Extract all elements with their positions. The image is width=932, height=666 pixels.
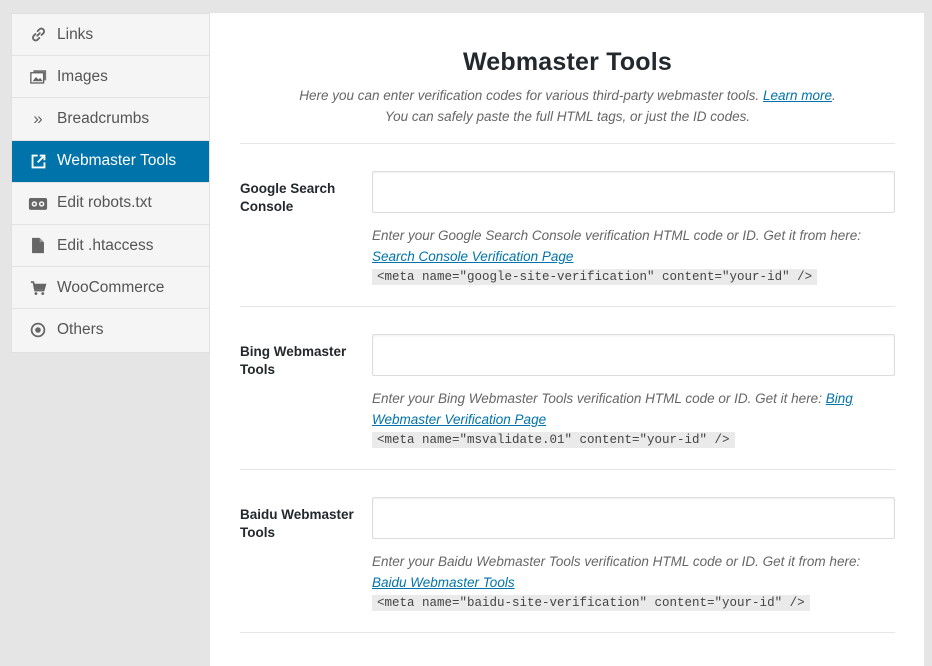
breadcrumbs-icon: »	[33, 108, 43, 128]
baidu-meta-tag-example: <meta name="baidu-site-verification" con…	[372, 595, 810, 611]
google-search-console-input[interactable]	[372, 171, 895, 213]
sidebar-item-label: Breadcrumbs	[57, 109, 150, 127]
description-text: Enter your Baidu Webmaster Tools verific…	[372, 554, 861, 569]
sidebar-item-label: WooCommerce	[57, 278, 165, 296]
description-text: Enter your Bing Webmaster Tools verifica…	[372, 391, 822, 406]
circle-dot-icon	[28, 320, 48, 340]
sidebar-item-others[interactable]: Others	[12, 309, 209, 351]
google-meta-tag-example: <meta name="google-site-verification" co…	[372, 269, 818, 285]
baidu-webmaster-tools-link[interactable]: Baidu Webmaster Tools	[372, 575, 515, 590]
baidu-webmaster-tools-input[interactable]	[372, 497, 895, 539]
sidebar-item-label: Links	[57, 25, 94, 43]
search-console-verification-link[interactable]: Search Console Verification Page	[372, 249, 573, 264]
sidebar-item-woocommerce[interactable]: WooCommerce	[12, 267, 209, 310]
file-icon	[28, 236, 48, 256]
sidebar-item-label: Others	[57, 321, 104, 339]
learn-more-link[interactable]: Learn more	[763, 88, 832, 103]
google-search-console-section: Google Search Console Enter your Google …	[240, 143, 895, 306]
settings-panel: Webmaster Tools Here you can enter verif…	[210, 13, 924, 666]
sidebar-item-webmaster-tools[interactable]: Webmaster Tools	[12, 140, 209, 183]
bing-webmaster-tools-input[interactable]	[372, 334, 895, 376]
intro-line-2: You can safely paste the full HTML tags,…	[384, 109, 751, 124]
sidebar-item-edit-robots[interactable]: Edit robots.txt	[12, 183, 209, 225]
bing-webmaster-tools-description: Enter your Bing Webmaster Tools verifica…	[372, 388, 895, 430]
bing-webmaster-tools-label: Bing Webmaster Tools	[240, 344, 347, 377]
sidebar-item-label: Edit robots.txt	[57, 194, 152, 212]
bing-meta-tag-example: <meta name="msvalidate.01" content="your…	[372, 432, 735, 448]
description-text: Enter your Google Search Console verific…	[372, 228, 861, 243]
bing-webmaster-tools-section: Bing Webmaster Tools Enter your Bing Web…	[240, 306, 895, 469]
intro-period: .	[832, 88, 836, 103]
sidebar-item-label: Images	[57, 67, 108, 85]
google-search-console-label: Google Search Console	[240, 181, 336, 214]
intro-line-1: Here you can enter verification codes fo…	[299, 88, 760, 103]
external-link-icon	[28, 151, 48, 171]
sidebar-item-links[interactable]: Links	[12, 14, 209, 57]
baidu-webmaster-tools-label: Baidu Webmaster Tools	[240, 507, 354, 540]
robot-icon	[28, 193, 48, 213]
sidebar-item-label: Webmaster Tools	[57, 152, 177, 170]
link-icon	[28, 25, 48, 45]
google-search-console-description: Enter your Google Search Console verific…	[372, 225, 895, 267]
sidebar-item-breadcrumbs[interactable]: » Breadcrumbs	[12, 98, 209, 141]
sidebar-item-edit-htaccess[interactable]: Edit .htaccess	[12, 225, 209, 268]
settings-sidebar: Links Images » Breadcrumbs Webmaster Too…	[11, 13, 210, 353]
baidu-webmaster-tools-section: Baidu Webmaster Tools Enter your Baidu W…	[240, 469, 895, 632]
page-title: Webmaster Tools	[462, 48, 673, 76]
cart-icon	[28, 278, 48, 298]
sidebar-item-images[interactable]: Images	[12, 56, 209, 99]
section-divider	[240, 632, 895, 660]
images-icon	[28, 67, 48, 87]
intro-text: Here you can enter verification codes fo…	[240, 85, 895, 127]
baidu-webmaster-tools-description: Enter your Baidu Webmaster Tools verific…	[372, 551, 895, 593]
sidebar-item-label: Edit .htaccess	[57, 236, 154, 254]
